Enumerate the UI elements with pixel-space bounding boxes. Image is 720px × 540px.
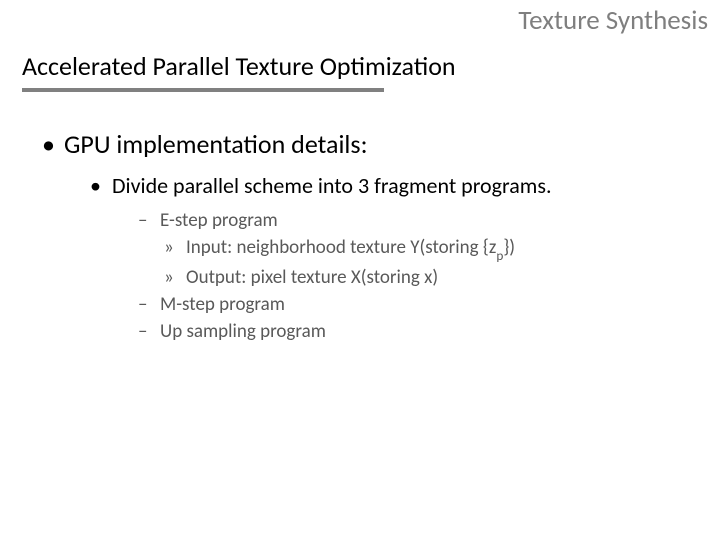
bullet-level-3: – M-step program — [138, 293, 696, 316]
bullet-level-4: » Input: neighborhood texture Y(storing … — [164, 236, 696, 262]
header-label: Texture Synthesis — [518, 4, 708, 37]
bullet-raquo-icon: » — [164, 236, 186, 262]
text-post: }) — [503, 236, 515, 259]
bullet-dot-icon: • — [90, 172, 112, 199]
bullet-dash-icon: – — [138, 209, 160, 232]
bullet-level-4: » Output: pixel texture X(storing x) — [164, 266, 696, 289]
bullet-text: Up sampling program — [160, 320, 326, 343]
bullet-dash-icon: – — [138, 320, 160, 343]
bullet-level-1: • GPU implementation details: — [42, 128, 696, 160]
slide-title: Accelerated Parallel Texture Optimizatio… — [22, 50, 456, 82]
bullet-dot-icon: • — [42, 128, 64, 160]
bullet-level-3: – Up sampling program — [138, 320, 696, 343]
bullet-text: Divide parallel scheme into 3 fragment p… — [112, 172, 552, 199]
bullet-text: Input: neighborhood texture Y(storing {z… — [186, 236, 515, 262]
subscript: p — [496, 247, 503, 264]
bullet-raquo-icon: » — [164, 266, 186, 289]
text-pre: Input: neighborhood texture Y(storing {z — [186, 236, 496, 259]
bullet-text: GPU implementation details: — [64, 128, 368, 160]
bullet-text: M-step program — [160, 293, 285, 316]
bullet-level-3: – E-step program — [138, 209, 696, 232]
content-area: • GPU implementation details: • Divide p… — [24, 128, 696, 347]
title-underline — [22, 88, 384, 92]
bullet-text: Output: pixel texture X(storing x) — [186, 266, 438, 289]
bullet-text: E-step program — [160, 209, 278, 232]
bullet-dash-icon: – — [138, 293, 160, 316]
slide: Texture Synthesis Accelerated Parallel T… — [0, 0, 720, 540]
bullet-level-2: • Divide parallel scheme into 3 fragment… — [90, 172, 696, 199]
